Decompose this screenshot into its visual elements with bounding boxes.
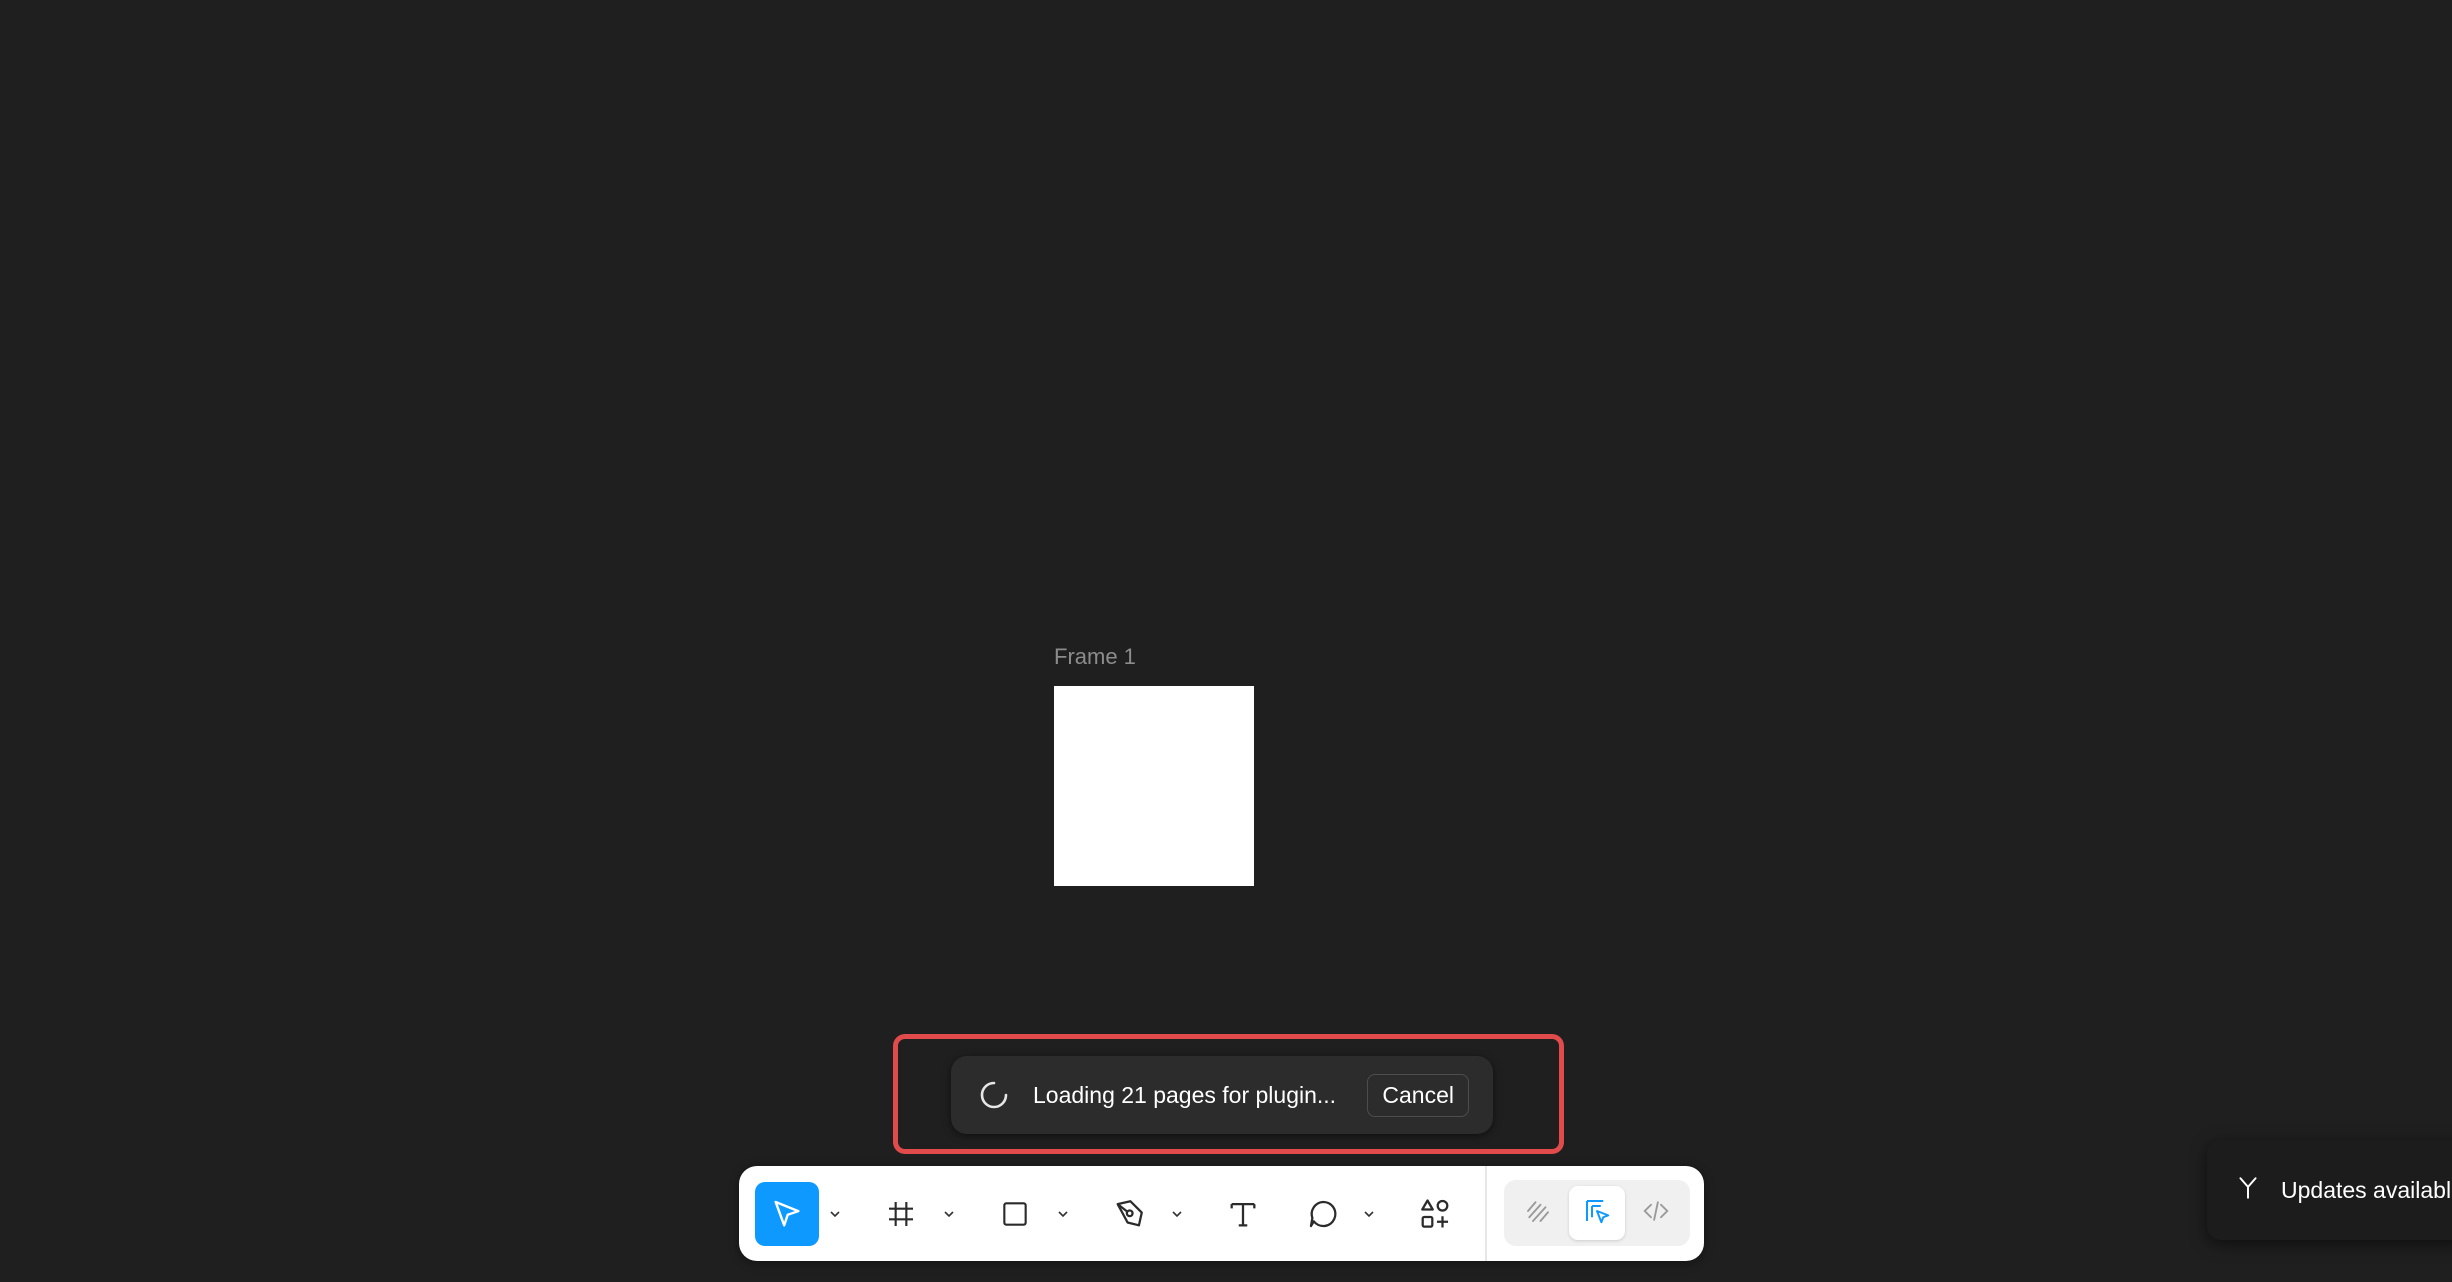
draw-mode-button[interactable] — [1510, 1186, 1566, 1240]
speech-bubble-icon — [1306, 1197, 1340, 1231]
updates-available-toast[interactable]: Updates available — [2207, 1140, 2452, 1240]
chevron-down-icon — [1171, 1209, 1183, 1219]
bottom-toolbar — [739, 1166, 1704, 1261]
merge-branch-icon — [2235, 1175, 2261, 1206]
design-cursor-icon — [1582, 1196, 1612, 1231]
move-tool-button[interactable] — [755, 1182, 819, 1246]
mode-switcher — [1504, 1180, 1690, 1246]
pen-tool-chevron[interactable] — [1167, 1202, 1187, 1226]
chevron-down-icon — [1057, 1209, 1069, 1219]
move-tool-chevron[interactable] — [825, 1202, 845, 1226]
chevron-down-icon — [943, 1209, 955, 1219]
comment-tool-chevron[interactable] — [1359, 1202, 1379, 1226]
spinner-icon — [977, 1078, 1011, 1112]
pen-nib-icon — [1112, 1197, 1146, 1231]
actions-tool-button[interactable] — [1403, 1182, 1467, 1246]
cancel-button[interactable]: Cancel — [1367, 1073, 1469, 1117]
dev-mode-button[interactable] — [1628, 1186, 1684, 1240]
text-t-icon — [1226, 1197, 1260, 1231]
shape-tool-button[interactable] — [983, 1182, 1047, 1246]
draw-squiggle-icon — [1523, 1196, 1553, 1231]
frame-tool-chevron[interactable] — [939, 1202, 959, 1226]
toast-message: Loading 21 pages for plugin... — [1033, 1081, 1337, 1108]
chevron-down-icon — [829, 1209, 841, 1219]
design-mode-button[interactable] — [1569, 1186, 1625, 1240]
text-tool-button[interactable] — [1211, 1182, 1275, 1246]
code-brackets-icon — [1641, 1196, 1671, 1231]
cursor-arrow-icon — [770, 1197, 804, 1231]
frame-label[interactable]: Frame 1 — [1054, 644, 1136, 670]
chevron-down-icon — [1363, 1209, 1375, 1219]
toolbar-divider — [1485, 1166, 1487, 1261]
updates-available-text: Updates available — [2281, 1176, 2452, 1203]
hash-frame-icon — [885, 1198, 917, 1230]
frame[interactable] — [1054, 686, 1254, 886]
rectangle-icon — [999, 1198, 1031, 1230]
frame-tool-button[interactable] — [869, 1182, 933, 1246]
loading-toast: Loading 21 pages for plugin... Cancel — [951, 1056, 1493, 1134]
comment-tool-button[interactable] — [1291, 1182, 1355, 1246]
shapes-plus-icon — [1417, 1196, 1453, 1232]
pen-tool-button[interactable] — [1097, 1182, 1161, 1246]
shape-tool-chevron[interactable] — [1053, 1202, 1073, 1226]
